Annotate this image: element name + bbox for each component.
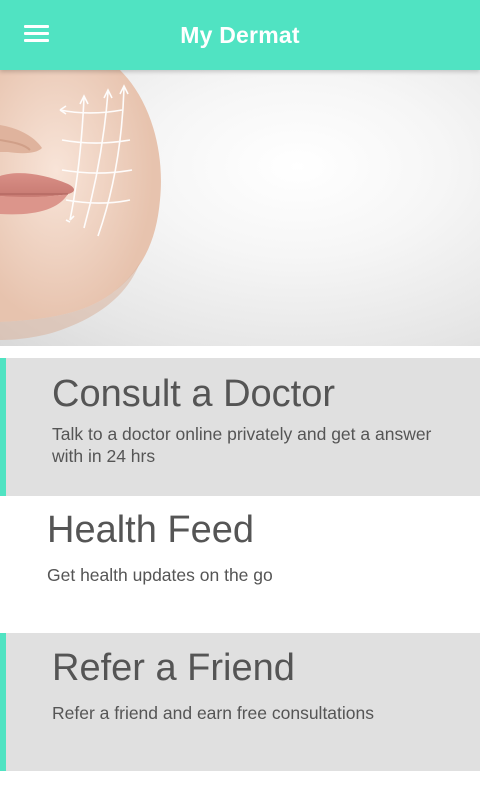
menu-bar-line xyxy=(24,39,49,42)
app-screen: My Dermat Consult a Doctor Talk to a doc… xyxy=(0,0,480,800)
app-title: My Dermat xyxy=(180,22,300,48)
consult-doctor-card[interactable]: Consult a Doctor Talk to a doctor online… xyxy=(0,358,480,496)
menu-bar-line xyxy=(24,25,49,28)
card-accent-bar xyxy=(0,633,6,771)
card-title: Consult a Doctor xyxy=(52,373,336,415)
health-feed-card[interactable]: Health Feed Get health updates on the go xyxy=(0,496,480,632)
card-title: Health Feed xyxy=(47,509,255,551)
menu-bar-line xyxy=(24,32,49,35)
card-subtitle: Refer a friend and earn free consultatio… xyxy=(52,703,374,723)
card-subtitle: Get health updates on the go xyxy=(47,565,273,585)
app-bar: My Dermat xyxy=(0,0,480,70)
card-accent-bar xyxy=(0,358,6,496)
hamburger-menu-icon[interactable] xyxy=(14,14,60,54)
card-subtitle: Talk to a doctor online privately and ge… xyxy=(52,424,432,466)
hero-banner-image xyxy=(0,70,480,346)
woman-face-illustration xyxy=(0,70,161,340)
refer-friend-card[interactable]: Refer a Friend Refer a friend and earn f… xyxy=(0,633,480,771)
card-title: Refer a Friend xyxy=(52,647,295,689)
